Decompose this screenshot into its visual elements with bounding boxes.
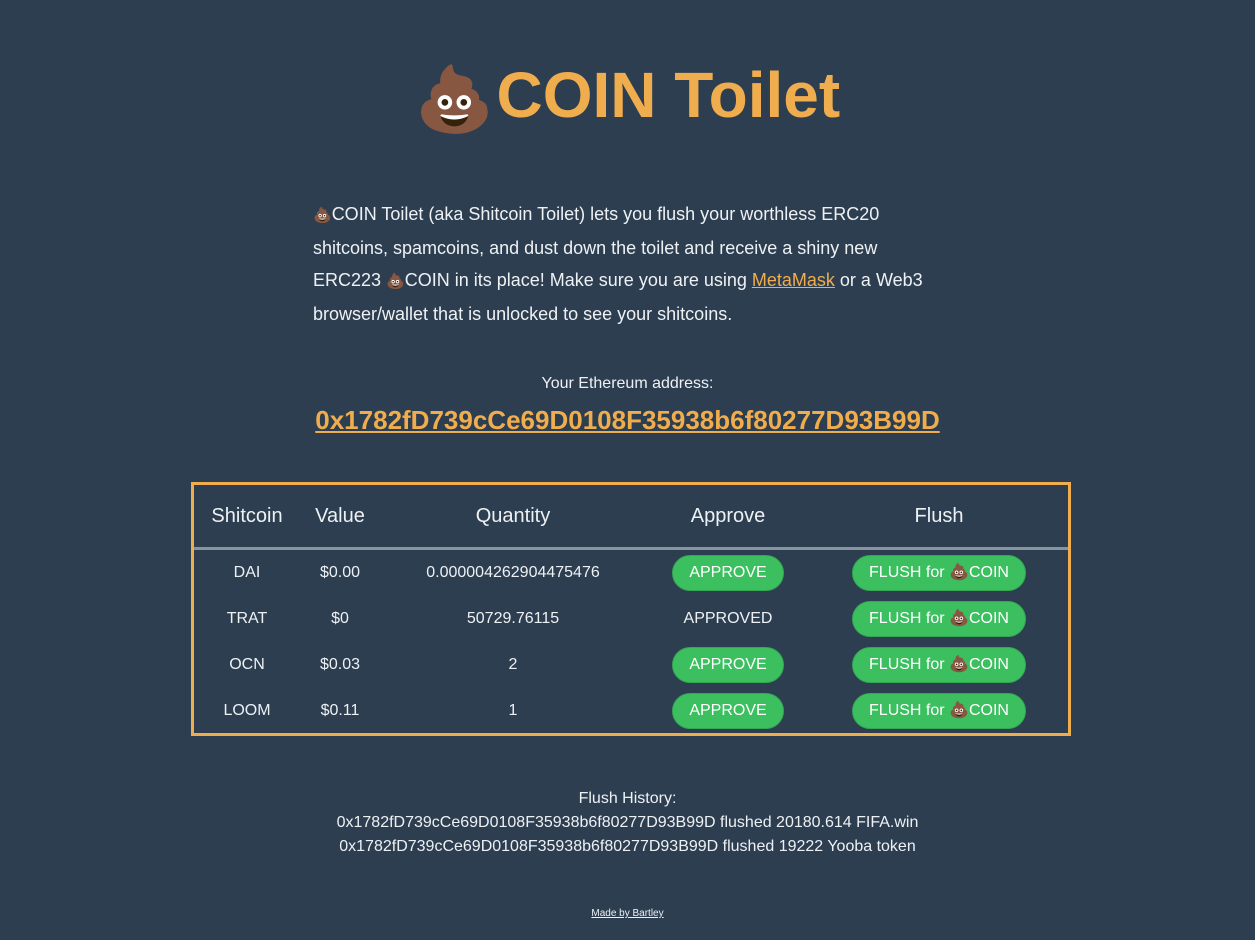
coin-quantity: 50729.76115: [466, 610, 560, 627]
coin-value: $0.03: [319, 656, 361, 673]
flush-history-label: Flush History:: [578, 790, 677, 807]
intro-text-2: COIN in its place! Make sure you are usi…: [404, 270, 752, 290]
flush-button[interactable]: FLUSH for 💩COIN: [852, 647, 1026, 683]
poop-icon: 💩: [414, 63, 495, 135]
coin-name: TRAT: [226, 610, 268, 627]
metamask-link[interactable]: MetaMask: [752, 270, 835, 290]
coin-quantity: 1: [508, 702, 518, 719]
table-row: DAI $0.00 0.000004262904475476 APPROVE F…: [194, 549, 1068, 597]
flush-history-entry: 0x1782fD739cCe69D0108F35938b6f80277D93B9…: [336, 814, 919, 831]
poop-icon: 💩: [386, 273, 405, 290]
page: 💩COIN Toilet 💩COIN Toilet (aka Shitcoin …: [0, 0, 1255, 940]
header-flush: Flush: [810, 485, 1068, 550]
header-value: Value: [300, 485, 380, 550]
table-row: LOOM $0.11 1 APPROVE FLUSH for 💩COIN: [194, 688, 1068, 734]
coin-value: $0.00: [319, 564, 361, 581]
title-text: COIN Toilet: [496, 59, 841, 131]
page-title: 💩COIN Toilet: [0, 58, 1255, 137]
header-shitcoin: Shitcoin: [194, 485, 300, 550]
approve-cell: APPROVE: [646, 688, 810, 734]
footer: Made by Bartley: [0, 908, 1255, 919]
approved-status: APPROVED: [683, 610, 773, 627]
coin-name: LOOM: [223, 702, 271, 719]
flush-cell: FLUSH for 💩COIN: [810, 549, 1068, 597]
approve-button[interactable]: APPROVE: [672, 647, 784, 683]
table-row: OCN $0.03 2 APPROVE FLUSH for 💩COIN: [194, 642, 1068, 688]
flush-cell: FLUSH for 💩COIN: [810, 688, 1068, 734]
coin-quantity: 0.000004262904475476: [426, 564, 600, 581]
intro-paragraph: 💩COIN Toilet (aka Shitcoin Toilet) lets …: [313, 198, 943, 330]
ethereum-address-link[interactable]: 0x1782fD739cCe69D0108F35938b6f80277D93B9…: [315, 405, 939, 435]
coin-value: $0.11: [320, 702, 360, 719]
made-by-link[interactable]: Made by Bartley: [591, 908, 663, 919]
table-row: TRAT $0 50729.76115 APPROVED FLUSH for 💩…: [194, 596, 1068, 642]
flush-button[interactable]: FLUSH for 💩COIN: [852, 555, 1026, 591]
approve-button[interactable]: APPROVE: [672, 555, 784, 591]
address-display: 0x1782fD739cCe69D0108F35938b6f80277D93B9…: [0, 405, 1255, 436]
flush-cell: FLUSH for 💩COIN: [810, 642, 1068, 688]
table-header-row: Shitcoin Value Quantity Approve Flush: [194, 485, 1068, 550]
address-label: Your Ethereum address:: [541, 375, 714, 392]
poop-icon: 💩: [313, 207, 332, 224]
coin-quantity: 2: [508, 656, 518, 673]
flush-history: Flush History: 0x1782fD739cCe69D0108F359…: [0, 787, 1255, 859]
flush-history-entry: 0x1782fD739cCe69D0108F35938b6f80277D93B9…: [339, 838, 916, 855]
approve-button[interactable]: APPROVE: [672, 693, 784, 729]
shitcoin-table: Shitcoin Value Quantity Approve Flush DA…: [191, 482, 1071, 736]
coin-value: $0: [331, 610, 349, 627]
coin-name: OCN: [229, 656, 265, 673]
flush-button[interactable]: FLUSH for 💩COIN: [852, 693, 1026, 729]
header-approve: Approve: [646, 485, 810, 550]
coin-name: DAI: [233, 564, 261, 581]
approve-cell: APPROVE: [646, 549, 810, 597]
flush-button[interactable]: FLUSH for 💩COIN: [852, 601, 1026, 637]
flush-cell: FLUSH for 💩COIN: [810, 596, 1068, 642]
approve-cell: APPROVE: [646, 642, 810, 688]
header-quantity: Quantity: [380, 485, 646, 550]
